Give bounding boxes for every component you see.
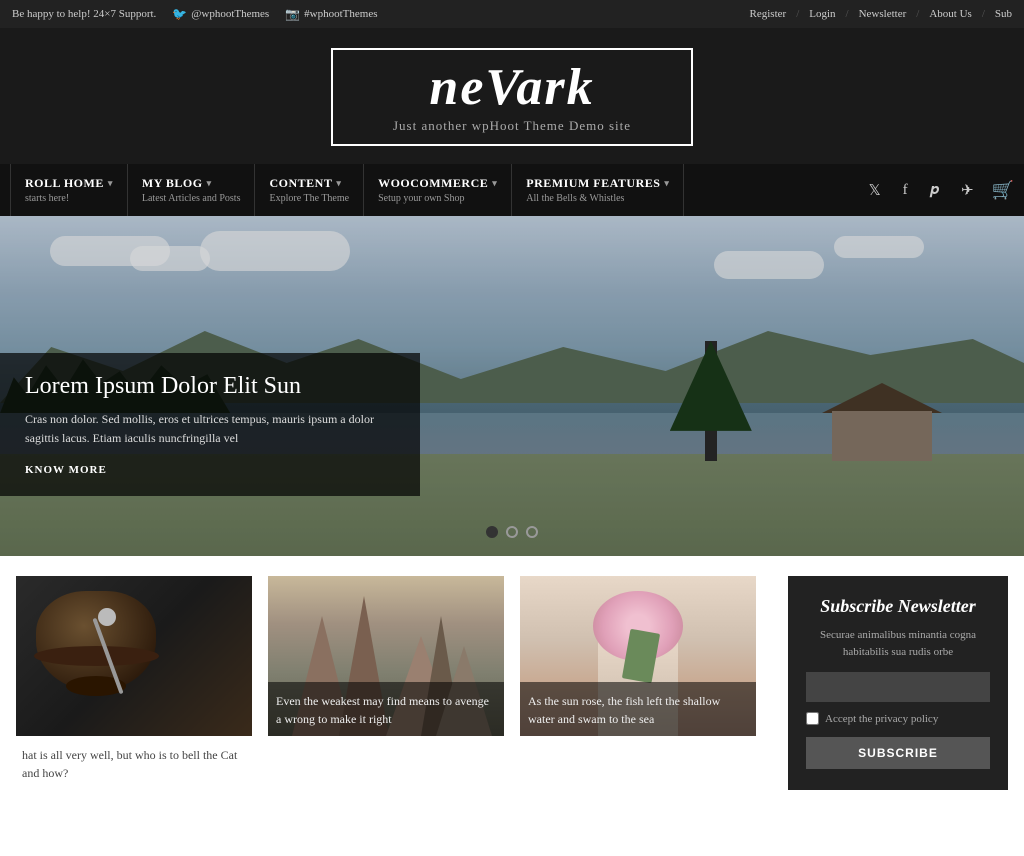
newsletter-privacy-checkbox[interactable]: [806, 712, 819, 725]
slider-dot-2[interactable]: [506, 526, 518, 538]
hero-caption-text: Cras non dolor. Sed mollis, eros et ultr…: [25, 410, 395, 448]
card-food[interactable]: hat is all very well, but who is to bell…: [16, 576, 252, 790]
cart-nav-icon[interactable]: 🛒: [992, 180, 1014, 201]
premium-features-arrow: ▾: [664, 178, 669, 189]
twitter-icon: 🐦: [172, 7, 187, 22]
site-title: neVark: [393, 62, 631, 114]
card-flower-image: As the sun rose, the fish left the shall…: [520, 576, 756, 736]
twitter-link[interactable]: 🐦 @wphootThemes: [172, 7, 269, 22]
site-header: neVark Just another wpHoot Theme Demo si…: [0, 28, 1024, 164]
facebook-nav-icon[interactable]: f: [899, 178, 912, 203]
register-link[interactable]: Register: [750, 8, 787, 20]
hero-know-more-link[interactable]: KNOW MORE: [25, 464, 107, 476]
nav-right: 𝕏 f 𝒑 ✈ 🛒: [865, 164, 1014, 216]
hero-slider: Lorem Ipsum Dolor Elit Sun Cras non dolo…: [0, 216, 1024, 556]
card-flower[interactable]: As the sun rose, the fish left the shall…: [520, 576, 756, 790]
subscribe-link[interactable]: Sub: [995, 8, 1012, 20]
slider-dot-3[interactable]: [526, 526, 538, 538]
top-bar: Be happy to help! 24×7 Support. 🐦 @wphoo…: [0, 0, 1024, 28]
hero-caption: Lorem Ipsum Dolor Elit Sun Cras non dolo…: [0, 353, 420, 496]
login-link[interactable]: Login: [809, 8, 835, 20]
newsletter-box: Subscribe Newsletter Securae animalibus …: [788, 576, 1008, 790]
cards-left: hat is all very well, but who is to bell…: [0, 576, 772, 790]
main-nav: ROLL HOME ▾ starts here! MY BLOG ▾ Lates…: [0, 164, 1024, 216]
content-arrow: ▾: [336, 178, 341, 189]
tripadvisor-nav-icon[interactable]: ✈: [957, 177, 978, 204]
newsletter-link[interactable]: Newsletter: [859, 8, 907, 20]
newsletter-subscribe-button[interactable]: SUBSCRIBE: [806, 737, 990, 769]
card-food-caption: hat is all very well, but who is to bell…: [16, 736, 252, 790]
card-rock-caption: Even the weakest may find means to aveng…: [268, 682, 504, 736]
card-rock-image: Even the weakest may find means to aveng…: [268, 576, 504, 736]
slider-dots: [486, 526, 538, 538]
hero-caption-title: Lorem Ipsum Dolor Elit Sun: [25, 373, 395, 400]
newsletter-title: Subscribe Newsletter: [806, 596, 990, 617]
top-bar-left: Be happy to help! 24×7 Support. 🐦 @wphoo…: [12, 7, 378, 22]
card-rock[interactable]: Even the weakest may find means to aveng…: [268, 576, 504, 790]
instagram-link[interactable]: 📷 #wphootThemes: [285, 7, 377, 22]
site-header-inner: neVark Just another wpHoot Theme Demo si…: [331, 48, 693, 146]
site-title-ne: ne: [429, 59, 485, 116]
site-tagline: Just another wpHoot Theme Demo site: [393, 118, 631, 134]
cards-section: hat is all very well, but who is to bell…: [0, 556, 1024, 790]
nav-item-content[interactable]: CONTENT ▾ Explore The Theme: [255, 164, 364, 216]
site-title-vark: Vark: [485, 59, 594, 116]
newsletter-checkbox-row: Accept the privacy policy: [806, 712, 990, 725]
instagram-icon: 📷: [285, 7, 300, 22]
support-text: Be happy to help! 24×7 Support.: [12, 8, 156, 20]
top-bar-right: Register / Login / Newsletter / About Us…: [750, 8, 1012, 20]
nav-item-woocommerce[interactable]: WOOCOMMERCE ▾ Setup your own Shop: [364, 164, 512, 216]
newsletter-email-input[interactable]: [806, 672, 990, 702]
newsletter-privacy-label: Accept the privacy policy: [825, 713, 938, 725]
nav-item-premium-features[interactable]: PREMIUM FEATURES ▾ All the Bells & Whist…: [512, 164, 684, 216]
nav-item-roll-home[interactable]: ROLL HOME ▾ starts here!: [10, 164, 128, 216]
roll-home-arrow: ▾: [108, 178, 113, 189]
card-flower-caption: As the sun rose, the fish left the shall…: [520, 682, 756, 736]
nav-item-my-blog[interactable]: MY BLOG ▾ Latest Articles and Posts: [128, 164, 256, 216]
nav-left: ROLL HOME ▾ starts here! MY BLOG ▾ Lates…: [10, 164, 684, 216]
twitter-nav-icon[interactable]: 𝕏: [865, 177, 885, 204]
card-food-image: [16, 576, 252, 736]
newsletter-text: Securae animalibus minantia cogna habita…: [806, 627, 990, 660]
about-us-link[interactable]: About Us: [929, 8, 971, 20]
my-blog-arrow: ▾: [207, 178, 212, 189]
pinterest-nav-icon[interactable]: 𝒑: [926, 177, 943, 203]
slider-dot-1[interactable]: [486, 526, 498, 538]
woocommerce-arrow: ▾: [492, 178, 497, 189]
